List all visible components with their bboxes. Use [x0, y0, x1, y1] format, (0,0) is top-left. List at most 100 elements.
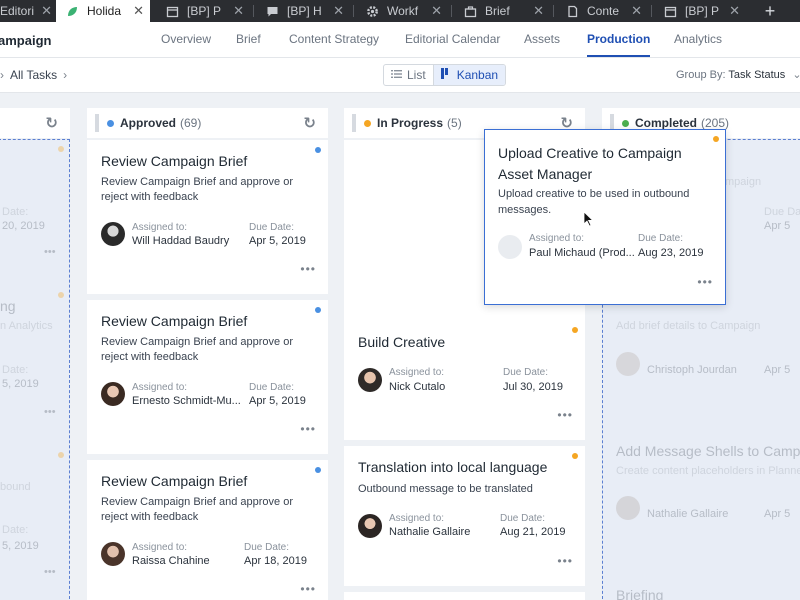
more-options-icon[interactable]: •••: [300, 262, 316, 276]
assignee-name: Will Haddad Baudry: [132, 235, 230, 247]
status-dot: [58, 452, 64, 458]
due-date-label: Due Date:: [244, 542, 290, 553]
close-icon[interactable]: ✕: [41, 3, 52, 19]
task-card[interactable]: [344, 592, 585, 600]
task-card[interactable]: Review Campaign Brief Review Campaign Br…: [87, 460, 328, 600]
avatar-placeholder-icon: [498, 235, 522, 259]
assignee-name: Ernesto Schmidt-Mu...: [132, 395, 240, 407]
task-title-line: Asset Manager: [498, 166, 593, 182]
leaf-icon: [66, 5, 79, 18]
close-icon[interactable]: ✕: [333, 3, 344, 19]
ghost-due-date: 20, 2019: [2, 220, 45, 232]
close-icon[interactable]: ✕: [533, 3, 544, 19]
status-dot: [107, 119, 114, 127]
column-name: In Progress: [377, 116, 444, 130]
kanban-view-button[interactable]: Kanban: [432, 65, 506, 85]
assignee-name: Raissa Chahine: [132, 555, 210, 567]
tab-editorial-calendar[interactable]: Editorial Calendar: [405, 32, 500, 46]
board-toolbar: › All Tasks › List Kanban Group By: Task…: [0, 58, 800, 93]
list-view-button[interactable]: List: [384, 65, 433, 85]
avatar: [616, 352, 640, 376]
app-nav: ampaign Overview Brief Content Strategy …: [0, 22, 800, 58]
assigned-label: Assigned to:: [389, 513, 445, 524]
tab-production[interactable]: Production: [587, 32, 651, 57]
more-options-icon[interactable]: •••: [557, 554, 573, 568]
more-options-icon[interactable]: •••: [300, 422, 316, 436]
close-icon[interactable]: ✕: [631, 3, 642, 19]
status-dot: [315, 147, 321, 153]
avatar: [101, 382, 125, 406]
browser-tab-bp-p2[interactable]: [BP] P ✕: [654, 0, 746, 22]
due-date-label: Due Date:: [503, 367, 549, 378]
gear-icon: [366, 5, 379, 18]
refresh-icon[interactable]: ↻: [45, 114, 58, 132]
refresh-icon[interactable]: ↻: [303, 114, 316, 132]
ghost-due-label: Due Da: [764, 206, 800, 218]
avatar: [101, 542, 125, 566]
browser-tab-brief[interactable]: Brief ✕: [454, 0, 550, 22]
group-by-label: Group By:: [676, 69, 726, 81]
view-toggle: List Kanban: [383, 64, 507, 86]
tab-brief[interactable]: Brief: [236, 32, 261, 46]
column-count: (69): [180, 116, 202, 130]
column-count: (205): [701, 116, 730, 130]
kanban-icon: [440, 68, 452, 82]
breadcrumb-all-tasks[interactable]: All Tasks: [10, 68, 57, 82]
drag-handle-icon[interactable]: [352, 114, 356, 132]
more-options-icon[interactable]: •••: [697, 275, 713, 289]
ghost-due-date: Apr 5: [764, 508, 791, 520]
dragged-task-card[interactable]: Upload Creative to Campaign Asset Manage…: [484, 129, 726, 305]
browser-tab-workflow[interactable]: Workf ✕: [356, 0, 448, 22]
due-date-label: Due Date:: [249, 222, 295, 233]
browser-tab-bp-h[interactable]: [BP] H ✕: [256, 0, 350, 22]
assigned-label: Assigned to:: [132, 542, 188, 553]
task-description-line: Review Campaign Brief and approve or: [101, 176, 293, 188]
ghost-due-date: 5, 2019: [2, 540, 39, 552]
task-description: Review Campaign Brief and approve or rej…: [101, 175, 293, 205]
close-icon[interactable]: ✕: [233, 3, 244, 19]
breadcrumb: › All Tasks ›: [0, 68, 67, 82]
calendar-icon: [664, 5, 677, 18]
ghost-due-label: Date:: [2, 206, 29, 218]
tab-overview[interactable]: Overview: [161, 32, 211, 46]
new-tab-button[interactable]: +: [748, 0, 792, 22]
task-card[interactable]: Review Campaign Brief Review Campaign Br…: [87, 300, 328, 454]
due-date-label: Due Date:: [500, 513, 546, 524]
ghost-card-title: Briefing: [616, 587, 664, 600]
more-icon: •••: [44, 566, 56, 578]
more-options-icon[interactable]: •••: [557, 408, 573, 422]
status-dot: [622, 119, 629, 127]
browser-tab-content[interactable]: Conte ✕: [556, 0, 648, 22]
status-dot: [364, 119, 371, 127]
close-icon[interactable]: ✕: [729, 3, 740, 19]
task-card[interactable]: Review Campaign Brief Review Campaign Br…: [87, 140, 328, 294]
group-by-select[interactable]: Group By: Task Status ⌄: [676, 68, 800, 81]
tab-divider: [651, 5, 652, 17]
tab-content-strategy[interactable]: Content Strategy: [289, 32, 379, 46]
close-icon[interactable]: ✕: [431, 3, 442, 19]
ghost-card-title: Add Message Shells to Camp: [616, 443, 800, 459]
tab-divider: [353, 5, 354, 17]
task-description-line: Review Campaign Brief and approve or: [101, 496, 293, 508]
ghost-due-date: Apr 5: [764, 220, 791, 232]
drag-handle-icon[interactable]: [95, 114, 99, 132]
status-dot: [315, 307, 321, 313]
task-title-line: Upload Creative to Campaign: [498, 145, 682, 161]
task-card[interactable]: Translation into local language Outbound…: [344, 446, 585, 586]
more-options-icon[interactable]: •••: [300, 582, 316, 596]
tab-label: Holida: [87, 4, 122, 18]
close-icon[interactable]: ✕: [133, 3, 144, 19]
ghost-card-desc: Create content placeholders in Planne: [616, 465, 800, 477]
status-dot: [58, 292, 64, 298]
browser-tab-editorial[interactable]: Editori ✕: [0, 0, 52, 22]
tab-assets[interactable]: Assets: [524, 32, 560, 46]
task-description-line: reject with feedback: [101, 191, 199, 203]
ghost-card-desc: mpaign: [725, 176, 762, 188]
browser-tab-holiday[interactable]: Holida ✕: [56, 0, 150, 22]
tab-label: Workf: [387, 4, 419, 18]
task-title: Review Campaign Brief: [101, 153, 248, 169]
tab-analytics[interactable]: Analytics: [674, 32, 722, 46]
tab-divider: [451, 5, 452, 17]
browser-tab-bp-p[interactable]: [BP] P ✕: [156, 0, 250, 22]
more-icon: •••: [44, 246, 56, 258]
